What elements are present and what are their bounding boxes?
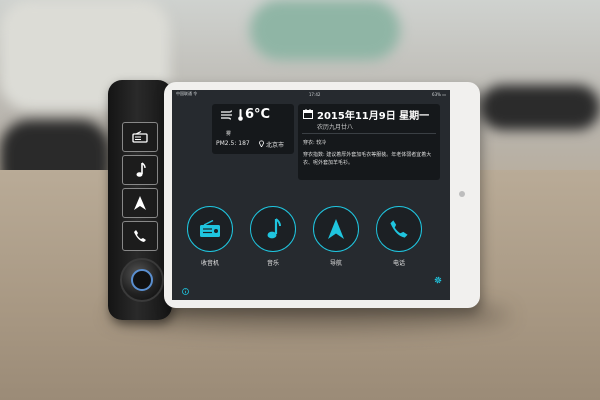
app-label: 收音机 <box>200 260 219 267</box>
music-button[interactable] <box>250 206 296 252</box>
calendar-card[interactable]: 2015年11月9日 星期一 农历九月廿八 穿衣: 较冷 穿衣指数: 建议着厚外… <box>298 104 440 180</box>
lunar-date: 农历九月廿八 <box>317 124 354 131</box>
carrier-label: 中国联通 令 <box>176 91 198 96</box>
divider <box>302 133 436 134</box>
knob-center-ring <box>131 269 153 291</box>
battery-indicator: 63% ▭ <box>432 91 446 97</box>
radio-button[interactable] <box>187 206 233 252</box>
home-button[interactable] <box>459 191 465 197</box>
car-dock-panel <box>108 80 172 320</box>
navigation-arrow-icon <box>134 196 146 210</box>
phone-icon <box>390 220 408 238</box>
weather-condition: 雾 <box>226 131 232 137</box>
calendar-icon <box>303 109 313 119</box>
background-object <box>480 85 600 130</box>
background-object <box>250 0 400 60</box>
app-music[interactable]: 音乐 <box>250 206 296 267</box>
app-radio[interactable]: 收音机 <box>187 206 233 267</box>
thermometer-icon <box>238 109 243 121</box>
dock-radio-button[interactable] <box>122 122 158 152</box>
wind-icon <box>221 110 232 120</box>
gear-icon[interactable] <box>434 276 442 284</box>
music-note-icon <box>267 218 281 239</box>
radio-icon <box>132 131 148 143</box>
location-pin-icon <box>259 140 264 147</box>
city-name: 北京市 <box>266 142 285 149</box>
app-label: 电话 <box>392 260 405 267</box>
temperature: 6°C <box>245 107 271 122</box>
dock-phone-button[interactable] <box>122 221 158 251</box>
tablet-device: 中国联通 令 17:42 63% ▭ 6°C 雾 PM2.5: 187 北京市 <box>164 82 480 308</box>
navigation-arrow-icon <box>328 219 344 239</box>
date-text: 2015年11月9日 星期一 <box>317 111 430 122</box>
pm25-reading: PM2.5: 187 <box>216 140 250 147</box>
navigation-button[interactable] <box>313 206 359 252</box>
clock: 17:42 <box>308 91 321 97</box>
phone-icon <box>134 230 146 242</box>
status-bar: 中国联通 令 17:42 63% ▭ <box>172 90 450 98</box>
radio-icon <box>200 220 220 237</box>
dress-level: 穿衣: 较冷 <box>303 140 327 146</box>
app-navigation[interactable]: 导航 <box>313 206 359 267</box>
info-icon[interactable] <box>182 288 189 295</box>
launcher-screen: 中国联通 令 17:42 63% ▭ 6°C 雾 PM2.5: 187 北京市 <box>172 90 450 300</box>
dress-advice: 穿衣指数: 建议着厚外套加毛衣等服装。年老体弱者宜着大衣、呢外套加羊毛衫。 <box>303 152 432 166</box>
app-phone[interactable]: 电话 <box>376 206 422 267</box>
app-label: 音乐 <box>266 260 279 267</box>
weather-card[interactable]: 6°C 雾 PM2.5: 187 北京市 <box>212 104 294 154</box>
app-label: 导航 <box>329 260 342 267</box>
dock-navigation-button[interactable] <box>122 188 158 218</box>
dock-music-button[interactable] <box>122 155 158 185</box>
phone-button[interactable] <box>376 206 422 252</box>
control-knob[interactable] <box>120 258 164 302</box>
music-note-icon <box>136 162 146 177</box>
